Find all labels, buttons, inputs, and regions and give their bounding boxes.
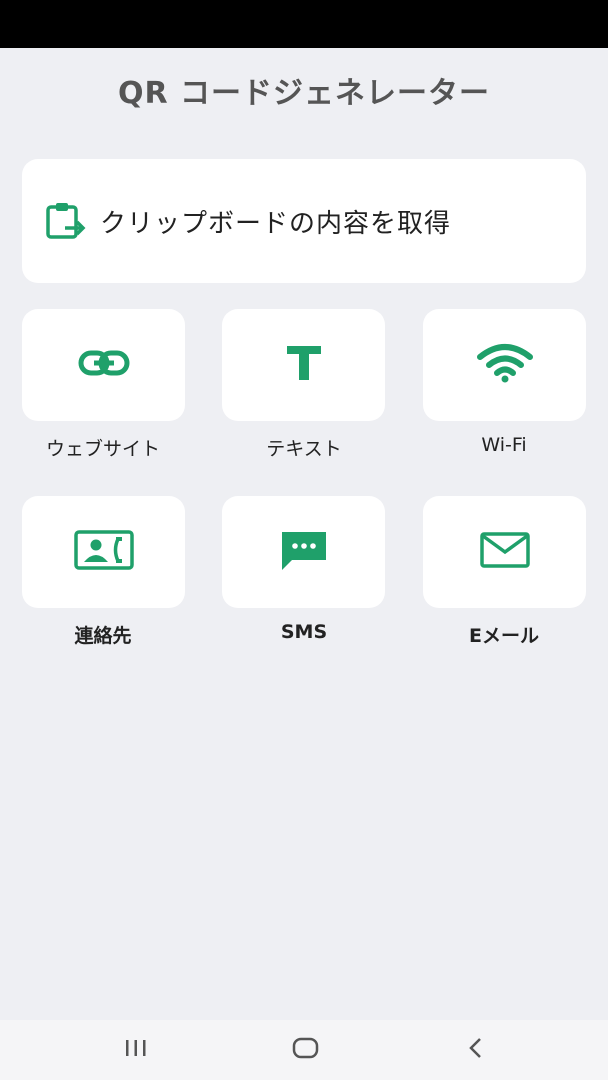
contact-label: 連絡先 — [74, 625, 132, 647]
recents-icon — [124, 1038, 148, 1062]
link-icon — [78, 348, 130, 382]
back-icon — [467, 1037, 485, 1063]
back-button[interactable] — [446, 1030, 506, 1070]
clipboard-paste-label: クリップボードの内容を取得 — [100, 208, 452, 239]
contact-card-icon — [73, 530, 134, 574]
app-title: QR コードジェネレーター — [117, 76, 491, 111]
email-tile[interactable] — [423, 496, 586, 608]
wifi-icon — [476, 343, 534, 387]
website-tile[interactable] — [22, 309, 185, 421]
home-button[interactable] — [276, 1030, 336, 1070]
text-tile[interactable] — [222, 309, 385, 421]
recents-button[interactable] — [106, 1030, 166, 1070]
clipboard-paste-icon — [42, 198, 88, 244]
sms-label: SMS — [280, 621, 328, 643]
message-icon — [278, 528, 330, 576]
wifi-label: Wi-Fi — [481, 434, 527, 456]
text-T-icon — [284, 343, 324, 387]
clipboard-paste-button[interactable]: クリップボードの内容を取得 — [22, 159, 586, 283]
mail-icon — [479, 531, 531, 573]
wifi-tile[interactable] — [423, 309, 586, 421]
website-label: ウェブサイト — [45, 438, 160, 460]
contact-tile[interactable] — [22, 496, 185, 608]
email-label: Eメール — [469, 625, 539, 647]
text-label: テキスト — [266, 438, 342, 460]
sms-tile[interactable] — [222, 496, 385, 608]
home-icon — [292, 1037, 320, 1063]
status-bar — [0, 0, 608, 48]
